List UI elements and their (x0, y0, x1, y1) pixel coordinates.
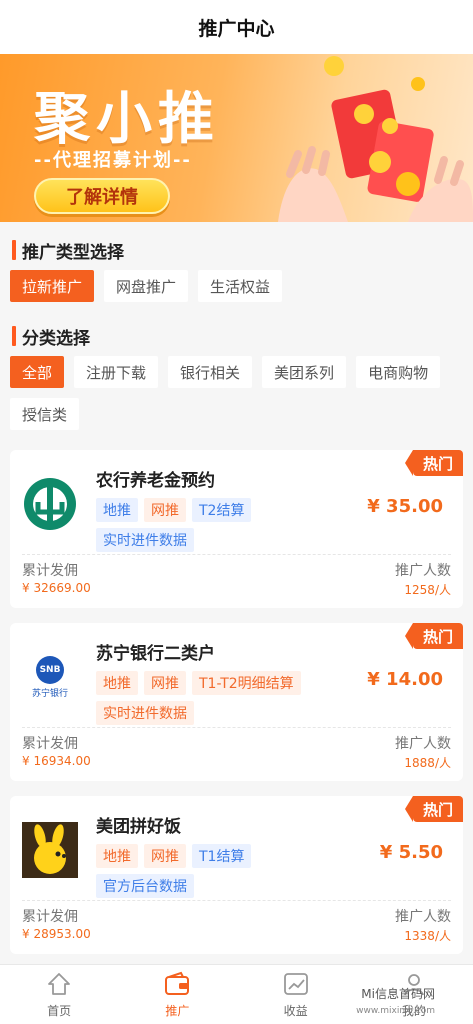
category-title: 分类选择 (22, 328, 90, 349)
category-option-all[interactable]: 全部 (10, 356, 65, 388)
tab-label: 推广 (165, 1004, 190, 1018)
promo-type-option-life[interactable]: 生活权益 (198, 270, 283, 302)
commission-label: 累计发佣 (22, 563, 78, 579)
tag: 网推 (144, 498, 186, 522)
category-header: 分类选择 (0, 316, 473, 356)
abc-bank-logo-icon (22, 476, 78, 532)
section-marker (12, 240, 16, 260)
promo-banner[interactable]: 聚小推 --代理招募计划-- 了解详情 (0, 54, 473, 222)
task-name: 农行养老金预约 (96, 471, 215, 491)
task-tags: 地推 网推 T1结算 官方后台数据 (96, 844, 336, 898)
learn-more-button[interactable]: 了解详情 (34, 178, 170, 214)
promo-type-header: 推广类型选择 (0, 230, 473, 270)
home-icon (48, 973, 71, 995)
category-option-credit[interactable]: 授信类 (10, 398, 80, 430)
promo-type-title: 推广类型选择 (22, 242, 124, 263)
tab-label: 首页 (47, 1004, 72, 1018)
snb-logo-caption: 苏宁银行 (31, 688, 68, 699)
tab-promote[interactable]: 推广 (118, 965, 236, 1024)
watermark-url: www.mixinxi.com (356, 1006, 435, 1016)
task-name: 苏宁银行二类户 (96, 644, 215, 664)
hot-badge: 热门 (405, 450, 463, 476)
tag: T1-T2明细结算 (192, 671, 301, 695)
divider (22, 554, 451, 555)
tag: 实时进件数据 (96, 528, 194, 552)
people-value: 1258/人 (404, 583, 451, 597)
tag: 实时进件数据 (96, 701, 194, 725)
task-card[interactable]: 热门 农行养老金预约 地推 网推 T2结算 实时进件数据 ¥ 35.00 累计发… (10, 450, 463, 608)
task-name: 美团拼好饭 (96, 817, 181, 837)
tag: 地推 (96, 498, 138, 522)
snb-bank-logo-icon: SNB 苏宁银行 (22, 649, 78, 705)
category-option-meituan[interactable]: 美团系列 (262, 356, 347, 388)
people-label: 推广人数 (395, 736, 451, 752)
tab-home[interactable]: 首页 (0, 965, 118, 1024)
watermark-title: Mi信息首码网 (361, 987, 435, 1001)
commission-label: 累计发佣 (22, 736, 78, 752)
hands-red-envelope-illustration (278, 56, 473, 222)
banner-subtitle: --代理招募计划-- (34, 150, 192, 171)
people-label: 推广人数 (395, 563, 451, 579)
commission-value: ¥ 28953.00 (22, 927, 91, 941)
commission-value: ¥ 16934.00 (22, 754, 91, 768)
task-card[interactable]: 热门 美团拼好饭 地推 网推 T1结算 官方后台数据 ¥ 5.50 累计发佣 ¥… (10, 796, 463, 954)
hot-badge: 热门 (405, 796, 463, 822)
task-card[interactable]: 热门 SNB 苏宁银行 苏宁银行二类户 地推 网推 T1-T2明细结算 实时进件… (10, 623, 463, 781)
hot-badge: 热门 (405, 623, 463, 649)
meituan-mascot-icon (22, 822, 78, 878)
wallet-icon (165, 971, 190, 995)
tag: 网推 (144, 671, 186, 695)
divider (22, 900, 451, 901)
category-options: 全部 注册下载 银行相关 美团系列 电商购物 授信类 (0, 356, 473, 430)
commission-value: ¥ 32669.00 (22, 581, 91, 595)
tab-label: 收益 (283, 1004, 308, 1018)
category-option-bank[interactable]: 银行相关 (168, 356, 253, 388)
task-price: ¥ 35.00 (367, 496, 443, 517)
people-value: 1888/人 (404, 756, 451, 770)
snb-logo-mark: SNB (36, 655, 64, 684)
tab-earnings[interactable]: 收益 (237, 965, 355, 1024)
tag: 地推 (96, 671, 138, 695)
tag: T1结算 (192, 844, 252, 868)
category-option-ecommerce[interactable]: 电商购物 (356, 356, 441, 388)
promo-type-option-netdisk[interactable]: 网盘推广 (104, 270, 189, 302)
commission-label: 累计发佣 (22, 909, 78, 925)
people-value: 1338/人 (404, 929, 451, 943)
task-price: ¥ 5.50 (379, 842, 443, 863)
task-tags: 地推 网推 T1-T2明细结算 实时进件数据 (96, 671, 336, 725)
tag: 地推 (96, 844, 138, 868)
task-price: ¥ 14.00 (367, 669, 443, 690)
top-bar: 推广中心 (0, 0, 473, 54)
category-option-register[interactable]: 注册下载 (74, 356, 159, 388)
divider (22, 727, 451, 728)
tag: 网推 (144, 844, 186, 868)
banner-headline: 聚小推 (34, 87, 220, 152)
people-label: 推广人数 (395, 909, 451, 925)
task-tags: 地推 网推 T2结算 实时进件数据 (96, 498, 336, 552)
tag: T2结算 (192, 498, 252, 522)
section-marker (12, 326, 16, 346)
chart-icon (283, 973, 308, 995)
page-title: 推广中心 (198, 17, 275, 40)
tag: 官方后台数据 (96, 874, 194, 898)
promo-type-options: 拉新推广 网盘推广 生活权益 (0, 270, 473, 302)
promo-type-option-new[interactable]: 拉新推广 (10, 270, 95, 302)
